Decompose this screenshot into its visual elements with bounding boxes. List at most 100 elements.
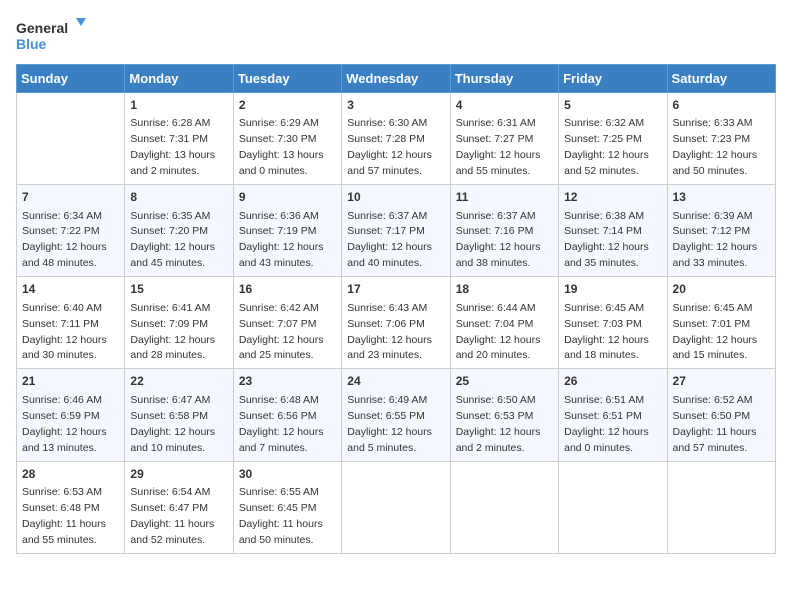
- day-number: 10: [347, 189, 444, 206]
- calendar-cell: 5Sunrise: 6:32 AM Sunset: 7:25 PM Daylig…: [559, 93, 667, 185]
- day-info: Sunrise: 6:36 AM Sunset: 7:19 PM Dayligh…: [239, 210, 324, 270]
- day-info: Sunrise: 6:30 AM Sunset: 7:28 PM Dayligh…: [347, 117, 432, 177]
- calendar-cell: 12 Sunrise: 6:38 AM Sunset: 7:14 PM Dayli…: [559, 185, 667, 277]
- day-info: Sunrise: 6:37 AM Sunset: 7:17 PM Dayligh…: [347, 210, 432, 270]
- day-info: Sunrise: 6:55 AM Sunset: 6:45 PM Dayligh…: [239, 486, 323, 546]
- day-number: 23: [239, 373, 336, 390]
- day-number: 4: [456, 97, 553, 114]
- calendar-cell: 30 Sunrise: 6:55 AM Sunset: 6:45 PM Dayli…: [233, 461, 341, 553]
- day-info: Sunrise: 6:52 AM Sunset: 6:50 PM Dayligh…: [673, 394, 757, 454]
- day-info: Sunrise: 6:35 AM Sunset: 7:20 PM Dayligh…: [130, 210, 215, 270]
- calendar-cell: [17, 93, 125, 185]
- day-info: Sunrise: 6:31 AM Sunset: 7:27 PM Dayligh…: [456, 117, 541, 177]
- day-number: 11: [456, 189, 553, 206]
- calendar-week-row: 21 Sunrise: 6:46 AM Sunset: 6:59 PM Dayli…: [17, 369, 776, 461]
- weekday-header: Monday: [125, 65, 233, 93]
- calendar-cell: 3 Sunrise: 6:30 AM Sunset: 7:28 PM Daylig…: [342, 93, 450, 185]
- calendar-cell: [450, 461, 558, 553]
- day-number: 21: [22, 373, 119, 390]
- day-number: 19: [564, 281, 661, 298]
- day-number: 9: [239, 189, 336, 206]
- calendar-cell: 24 Sunrise: 6:49 AM Sunset: 6:55 PM Dayli…: [342, 369, 450, 461]
- day-info: Sunrise: 6:38 AM Sunset: 7:14 PM Dayligh…: [564, 210, 649, 270]
- day-number: 30: [239, 466, 336, 483]
- calendar-cell: 20 Sunrise: 6:45 AM Sunset: 7:01 PM Dayli…: [667, 277, 775, 369]
- day-number: 29: [130, 466, 227, 483]
- weekday-header: Wednesday: [342, 65, 450, 93]
- day-info: Sunrise: 6:41 AM Sunset: 7:09 PM Dayligh…: [130, 302, 215, 362]
- weekday-header-row: SundayMondayTuesdayWednesdayThursdayFrid…: [17, 65, 776, 93]
- day-number: 16: [239, 281, 336, 298]
- calendar-cell: 27 Sunrise: 6:52 AM Sunset: 6:50 PM Dayli…: [667, 369, 775, 461]
- day-info: Sunrise: 6:40 AM Sunset: 7:11 PM Dayligh…: [22, 302, 107, 362]
- day-number: 17: [347, 281, 444, 298]
- calendar-cell: 2 Sunrise: 6:29 AM Sunset: 7:30 PM Daylig…: [233, 93, 341, 185]
- day-info: Sunrise: 6:33 AM Sunset: 7:23 PM Dayligh…: [673, 117, 758, 177]
- day-info: Sunrise: 6:44 AM Sunset: 7:04 PM Dayligh…: [456, 302, 541, 362]
- logo-svg: General Blue: [16, 16, 86, 54]
- calendar-table: SundayMondayTuesdayWednesdayThursdayFrid…: [16, 64, 776, 554]
- day-info: Sunrise: 6:50 AM Sunset: 6:53 PM Dayligh…: [456, 394, 541, 454]
- day-info: Sunrise: 6:28 AM Sunset: 7:31 PM Dayligh…: [130, 117, 215, 177]
- day-number: 22: [130, 373, 227, 390]
- calendar-cell: 6 Sunrise: 6:33 AM Sunset: 7:23 PM Daylig…: [667, 93, 775, 185]
- day-number: 12: [564, 189, 661, 206]
- day-info: Sunrise: 6:32 AM Sunset: 7:25 PM Dayligh…: [564, 117, 649, 177]
- day-number: 3: [347, 97, 444, 114]
- day-number: 26: [564, 373, 661, 390]
- day-number: 2: [239, 97, 336, 114]
- calendar-cell: 19 Sunrise: 6:45 AM Sunset: 7:03 PM Dayli…: [559, 277, 667, 369]
- svg-text:Blue: Blue: [16, 36, 47, 52]
- weekday-header: Friday: [559, 65, 667, 93]
- day-info: Sunrise: 6:34 AM Sunset: 7:22 PM Dayligh…: [22, 210, 107, 270]
- day-info: Sunrise: 6:48 AM Sunset: 6:56 PM Dayligh…: [239, 394, 324, 454]
- calendar-cell: 15 Sunrise: 6:41 AM Sunset: 7:09 PM Dayli…: [125, 277, 233, 369]
- calendar-week-row: 7 Sunrise: 6:34 AM Sunset: 7:22 PM Daylig…: [17, 185, 776, 277]
- day-number: 25: [456, 373, 553, 390]
- calendar-cell: [559, 461, 667, 553]
- day-number: 7: [22, 189, 119, 206]
- day-info: Sunrise: 6:45 AM Sunset: 7:03 PM Dayligh…: [564, 302, 649, 362]
- calendar-cell: 10 Sunrise: 6:37 AM Sunset: 7:17 PM Dayli…: [342, 185, 450, 277]
- calendar-cell: 22 Sunrise: 6:47 AM Sunset: 6:58 PM Dayli…: [125, 369, 233, 461]
- calendar-cell: 8Sunrise: 6:35 AM Sunset: 7:20 PM Daylig…: [125, 185, 233, 277]
- calendar-cell: 13Sunrise: 6:39 AM Sunset: 7:12 PM Dayli…: [667, 185, 775, 277]
- day-info: Sunrise: 6:29 AM Sunset: 7:30 PM Dayligh…: [239, 117, 324, 177]
- calendar-cell: 17 Sunrise: 6:43 AM Sunset: 7:06 PM Dayli…: [342, 277, 450, 369]
- day-info: Sunrise: 6:43 AM Sunset: 7:06 PM Dayligh…: [347, 302, 432, 362]
- day-number: 15: [130, 281, 227, 298]
- day-info: Sunrise: 6:37 AM Sunset: 7:16 PM Dayligh…: [456, 210, 541, 270]
- calendar-week-row: 1Sunrise: 6:28 AM Sunset: 7:31 PM Daylig…: [17, 93, 776, 185]
- day-info: Sunrise: 6:53 AM Sunset: 6:48 PM Dayligh…: [22, 486, 106, 546]
- calendar-cell: 14 Sunrise: 6:40 AM Sunset: 7:11 PM Dayli…: [17, 277, 125, 369]
- calendar-cell: [342, 461, 450, 553]
- weekday-header: Sunday: [17, 65, 125, 93]
- day-number: 24: [347, 373, 444, 390]
- svg-text:General: General: [16, 20, 68, 36]
- day-info: Sunrise: 6:47 AM Sunset: 6:58 PM Dayligh…: [130, 394, 215, 454]
- calendar-cell: 16 Sunrise: 6:42 AM Sunset: 7:07 PM Dayli…: [233, 277, 341, 369]
- day-number: 27: [673, 373, 770, 390]
- calendar-cell: 28Sunrise: 6:53 AM Sunset: 6:48 PM Dayli…: [17, 461, 125, 553]
- weekday-header: Tuesday: [233, 65, 341, 93]
- day-info: Sunrise: 6:42 AM Sunset: 7:07 PM Dayligh…: [239, 302, 324, 362]
- day-info: Sunrise: 6:49 AM Sunset: 6:55 PM Dayligh…: [347, 394, 432, 454]
- calendar-cell: 9 Sunrise: 6:36 AM Sunset: 7:19 PM Daylig…: [233, 185, 341, 277]
- page-header: General Blue: [16, 16, 776, 54]
- calendar-cell: 18Sunrise: 6:44 AM Sunset: 7:04 PM Dayli…: [450, 277, 558, 369]
- day-number: 13: [673, 189, 770, 206]
- calendar-cell: [667, 461, 775, 553]
- calendar-week-row: 14 Sunrise: 6:40 AM Sunset: 7:11 PM Dayli…: [17, 277, 776, 369]
- weekday-header: Saturday: [667, 65, 775, 93]
- calendar-week-row: 28Sunrise: 6:53 AM Sunset: 6:48 PM Dayli…: [17, 461, 776, 553]
- calendar-cell: 1Sunrise: 6:28 AM Sunset: 7:31 PM Daylig…: [125, 93, 233, 185]
- day-info: Sunrise: 6:46 AM Sunset: 6:59 PM Dayligh…: [22, 394, 107, 454]
- calendar-cell: 4 Sunrise: 6:31 AM Sunset: 7:27 PM Daylig…: [450, 93, 558, 185]
- day-number: 14: [22, 281, 119, 298]
- calendar-cell: 25 Sunrise: 6:50 AM Sunset: 6:53 PM Dayli…: [450, 369, 558, 461]
- day-number: 20: [673, 281, 770, 298]
- calendar-cell: 11 Sunrise: 6:37 AM Sunset: 7:16 PM Dayli…: [450, 185, 558, 277]
- day-info: Sunrise: 6:54 AM Sunset: 6:47 PM Dayligh…: [130, 486, 214, 546]
- day-number: 6: [673, 97, 770, 114]
- day-info: Sunrise: 6:45 AM Sunset: 7:01 PM Dayligh…: [673, 302, 758, 362]
